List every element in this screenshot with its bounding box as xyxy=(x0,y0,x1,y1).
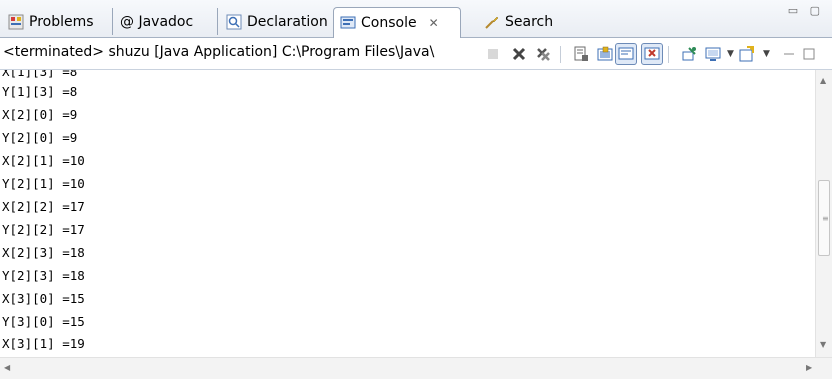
declaration-icon xyxy=(226,14,242,30)
toolbar-separator xyxy=(668,46,669,63)
scroll-lock-icon[interactable] xyxy=(596,45,613,62)
console-output[interactable]: X[1][3] =8 Y[1][3] =8 X[2][0] =9 Y[2][0]… xyxy=(0,70,815,357)
tab-label: Console xyxy=(361,15,417,31)
open-console-icon[interactable] xyxy=(738,45,755,62)
scroll-down-icon[interactable]: ▼ xyxy=(820,340,826,349)
close-icon[interactable]: ✕ xyxy=(429,16,439,30)
console-line: X[2][2] =17 xyxy=(2,199,85,214)
scroll-left-icon[interactable]: ◀ xyxy=(4,363,10,372)
scroll-up-icon[interactable]: ▲ xyxy=(820,76,826,85)
console-line: Y[1][3] =8 xyxy=(2,84,78,99)
clear-console-icon[interactable] xyxy=(572,45,589,62)
grip-icon: ≡ xyxy=(822,214,829,223)
tab-label: @ Javadoc xyxy=(120,13,194,30)
console-line: X[2][3] =18 xyxy=(2,245,85,260)
search-icon xyxy=(484,14,500,30)
console-toolbar: <terminated> shuzu [Java Application] C:… xyxy=(0,38,832,70)
console-line: Y[3][0] =15 xyxy=(2,314,85,329)
console-icon xyxy=(340,15,356,31)
scroll-right-icon[interactable]: ▶ xyxy=(806,363,812,372)
display-console-icon[interactable] xyxy=(704,45,721,62)
tab-label: Problems xyxy=(29,13,94,30)
maximize-icon[interactable] xyxy=(800,45,817,62)
scrollbar-thumb[interactable]: ≡ xyxy=(818,180,830,256)
console-line: Y[2][1] =10 xyxy=(2,176,85,191)
show-console-on-stdout-icon[interactable] xyxy=(615,43,637,65)
tab-console[interactable]: Console ✕ xyxy=(333,7,461,38)
console-line: X[3][0] =15 xyxy=(2,291,85,306)
console-line: Y[2][3] =18 xyxy=(2,268,85,283)
tab-declaration[interactable]: Declaration xyxy=(220,8,333,35)
minimize-icon[interactable] xyxy=(780,45,797,62)
toolbar-separator xyxy=(560,46,561,63)
horizontal-scrollbar[interactable]: ◀ ▶ xyxy=(0,357,832,379)
chevron-down-icon[interactable]: ▼ xyxy=(758,45,775,62)
process-status: <terminated> shuzu [Java Application] C:… xyxy=(3,44,435,60)
problems-icon xyxy=(8,14,24,30)
console-line: X[2][0] =9 xyxy=(2,107,78,122)
chevron-down-icon[interactable]: ▼ xyxy=(722,45,739,62)
tab-problems[interactable]: Problems xyxy=(2,8,113,35)
view-tab-bar: Problems @ Javadoc Declaration Console ✕… xyxy=(0,0,832,38)
tab-label: Search xyxy=(505,13,554,30)
tab-label: Declaration xyxy=(247,13,328,30)
remove-launch-icon[interactable] xyxy=(510,45,527,62)
vertical-scrollbar[interactable]: ▲ ≡ ▼ xyxy=(815,70,832,357)
remove-all-terminated-icon[interactable] xyxy=(534,45,551,62)
terminate-icon[interactable] xyxy=(484,45,501,62)
console-line: Y[2][2] =17 xyxy=(2,222,85,237)
console-line: Y[2][0] =9 xyxy=(2,130,78,145)
show-console-on-stderr-icon[interactable] xyxy=(641,43,663,65)
pin-console-icon[interactable] xyxy=(680,45,697,62)
console-line: X[3][1] =19 xyxy=(2,336,85,351)
tab-search[interactable]: Search xyxy=(478,8,562,35)
console-line: X[2][1] =10 xyxy=(2,153,85,168)
tab-javadoc[interactable]: @ Javadoc xyxy=(114,8,218,35)
window-controls[interactable]: ▭ ▢ xyxy=(788,4,824,17)
console-line: X[1][3] =8 xyxy=(2,70,78,79)
